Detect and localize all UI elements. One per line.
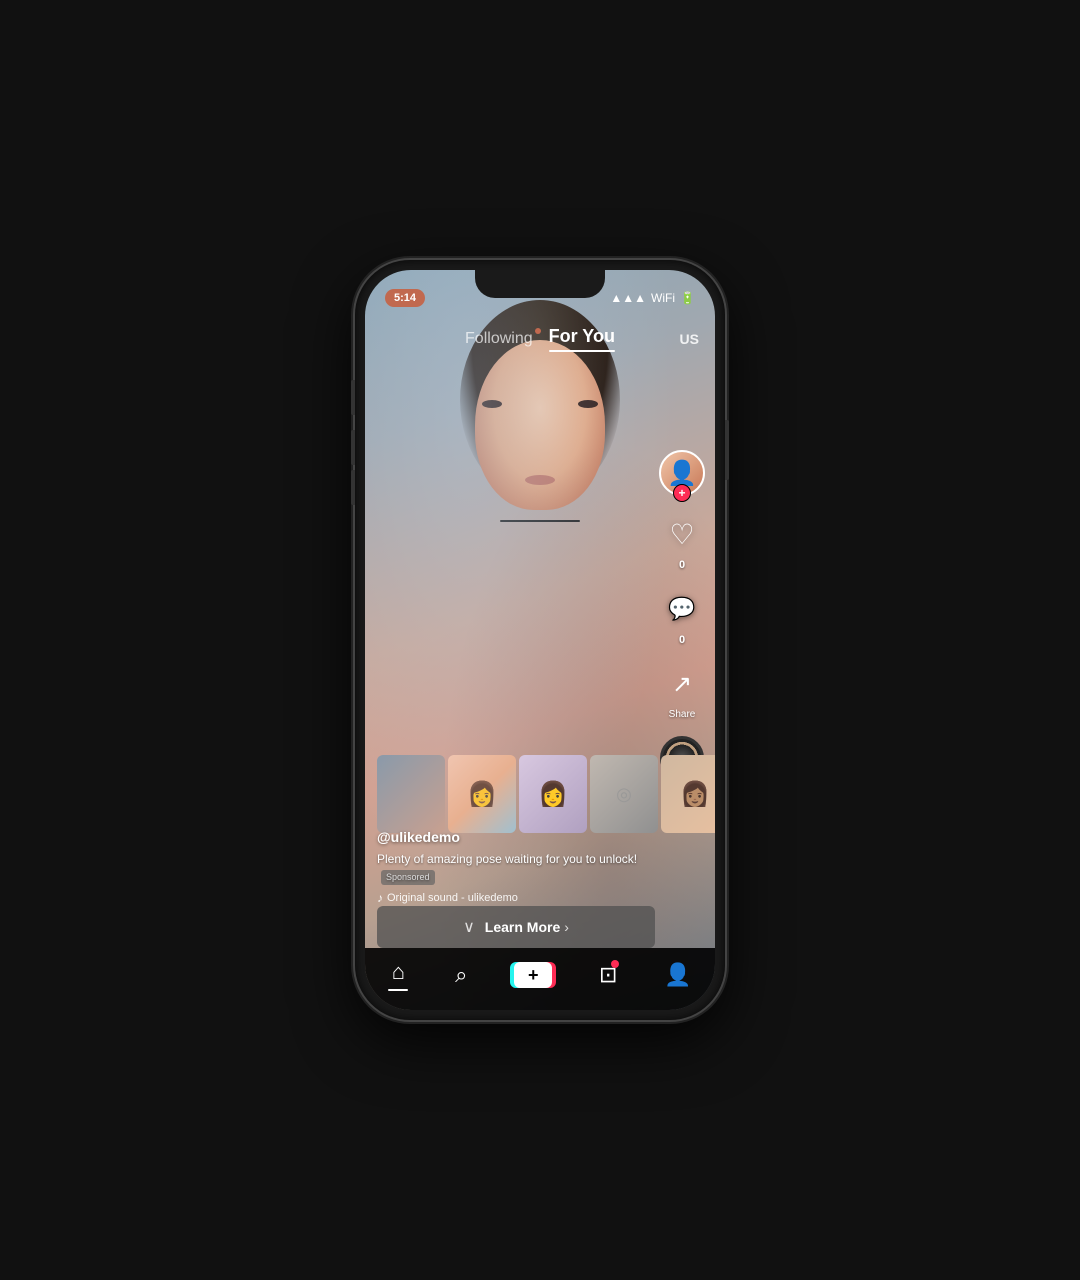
signal-icon: ▲▲▲: [610, 291, 646, 305]
phone-device: 5:14 ▲▲▲ WiFi 🔋 Following For You US 👤 +: [355, 260, 725, 1020]
home-active-indicator: [388, 989, 408, 991]
notch: [475, 270, 605, 298]
following-notification-dot: [535, 328, 541, 334]
sponsored-badge: Sponsored: [381, 870, 435, 885]
inbox-notification-dot: [611, 960, 619, 968]
nav-inbox[interactable]: ⊡: [599, 962, 617, 988]
sound-info[interactable]: ♪ Original sound - ulikedemo: [377, 891, 655, 905]
username-label[interactable]: @ulikedemo: [377, 829, 655, 845]
top-navigation: Following For You US: [365, 314, 715, 364]
comment-icon: 💬: [660, 587, 704, 631]
learn-more-label: Learn More: [485, 919, 560, 935]
nav-profile[interactable]: 👤: [664, 962, 691, 988]
share-label: Share: [669, 709, 696, 720]
foryou-tab[interactable]: For You: [549, 326, 615, 352]
description-text: Plenty of amazing pose waiting for you t…: [377, 851, 655, 885]
thumbnail-item[interactable]: 👩: [448, 755, 516, 833]
nav-home[interactable]: ⌂: [388, 959, 408, 991]
status-icons: ▲▲▲ WiFi 🔋: [610, 291, 695, 305]
profile-icon: 👤: [664, 962, 691, 988]
heart-icon: ♡: [660, 512, 704, 556]
chevron-down-icon: ∨: [463, 917, 475, 937]
thumbnail-item[interactable]: 👩: [519, 755, 587, 833]
thumbnail-strip: 👩 👩 ◎ 👩🏽: [365, 755, 715, 835]
arrow-icon: ›: [564, 919, 569, 935]
comment-button[interactable]: 💬 0: [660, 587, 704, 646]
battery-icon: 🔋: [680, 291, 695, 305]
thumbnail-item[interactable]: ◎: [590, 755, 658, 833]
search-icon: ⌕: [455, 962, 467, 988]
music-note-icon: ♪: [377, 891, 383, 905]
share-icon: ↗: [660, 662, 704, 706]
wifi-icon: WiFi: [651, 291, 675, 305]
side-actions: 👤 + ♡ 0 💬 0 ↗ Share: [659, 450, 705, 780]
sound-name: Original sound - ulikedemo: [387, 892, 518, 904]
create-button-group: +: [514, 962, 552, 988]
phone-screen: 5:14 ▲▲▲ WiFi 🔋 Following For You US 👤 +: [365, 270, 715, 1010]
like-button[interactable]: ♡ 0: [660, 512, 704, 571]
description-area: @ulikedemo Plenty of amazing pose waitin…: [377, 829, 655, 905]
home-icon: ⌂: [392, 959, 405, 985]
share-button[interactable]: ↗ Share: [660, 662, 704, 720]
thumbnail-item[interactable]: [377, 755, 445, 833]
follow-plus-button[interactable]: +: [673, 484, 691, 502]
bottom-navigation: ⌂ ⌕ + ⊡ 👤: [365, 948, 715, 1010]
following-tab[interactable]: Following: [465, 330, 533, 348]
learn-more-button[interactable]: ∨ Learn More ›: [377, 906, 655, 948]
creator-avatar[interactable]: 👤 +: [659, 450, 705, 496]
nav-search[interactable]: ⌕: [455, 962, 467, 988]
thumbnail-item[interactable]: 👩🏽: [661, 755, 715, 833]
region-label: US: [680, 331, 699, 347]
nav-create[interactable]: +: [514, 962, 552, 988]
create-plus-icon: +: [514, 962, 552, 988]
status-time: 5:14: [385, 289, 425, 307]
like-count: 0: [679, 559, 685, 571]
comment-count: 0: [679, 634, 685, 646]
